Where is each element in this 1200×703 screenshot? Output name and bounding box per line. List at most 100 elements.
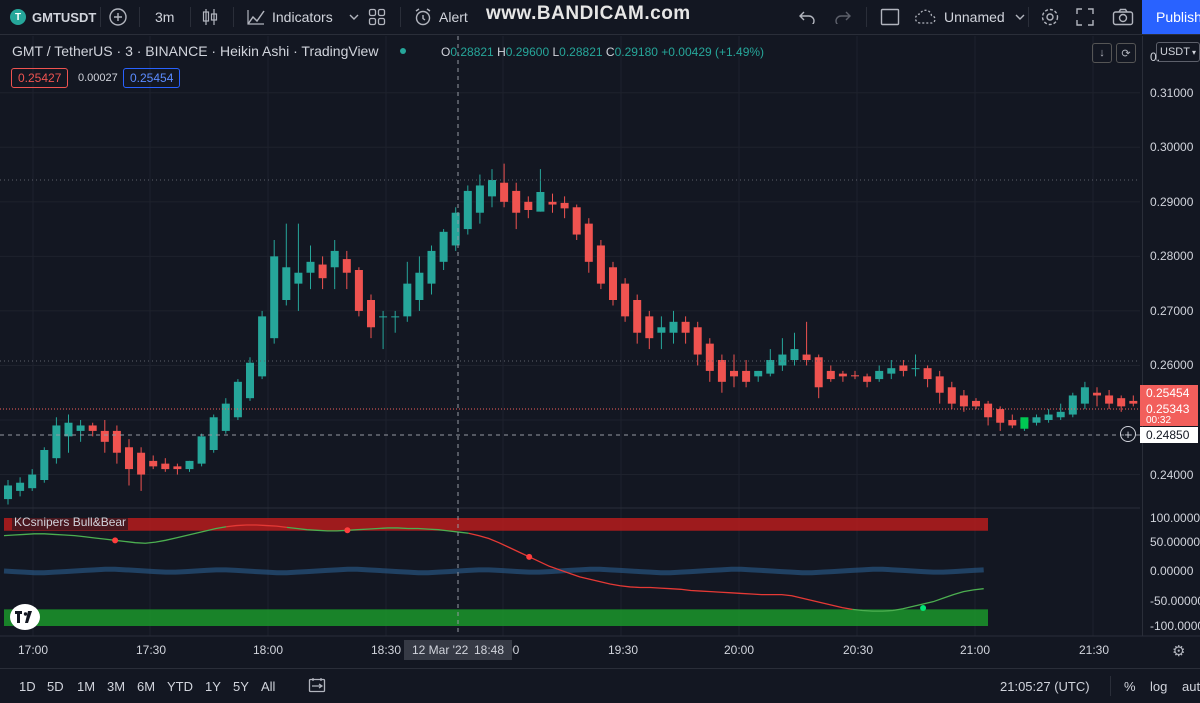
sell-price-button[interactable]: 0.25427	[11, 68, 69, 88]
candle-body	[524, 201, 533, 210]
time-axis-label: 20:30	[843, 643, 874, 657]
candle	[596, 240, 605, 290]
candle	[330, 240, 339, 290]
indicator-title[interactable]: KCsnipers Bull&Bear	[12, 514, 129, 530]
sell-signal-dot	[344, 527, 351, 534]
scroll-down-button[interactable]: ↓	[1092, 43, 1112, 63]
range-button-all[interactable]: All	[261, 669, 275, 703]
price-axis-label: 0.27000	[1150, 303, 1194, 318]
crosshair-price-tag: 0.24850	[1140, 427, 1198, 443]
buy-price-button[interactable]: 0.25454	[123, 68, 181, 88]
candle-body	[439, 231, 448, 262]
range-button-1y[interactable]: 1Y	[205, 669, 221, 703]
candle-body	[463, 190, 472, 230]
candle-body	[427, 250, 436, 284]
candle	[306, 245, 315, 290]
candle-body	[233, 381, 242, 418]
range-button-5d[interactable]: 5D	[47, 669, 64, 703]
candle	[28, 469, 37, 491]
candle	[197, 433, 206, 467]
candle-body	[705, 343, 714, 371]
candle	[621, 278, 630, 322]
candle	[693, 321, 702, 366]
candle-body	[596, 245, 605, 284]
candle	[1068, 392, 1077, 418]
candle-body	[996, 409, 1005, 423]
candle	[657, 316, 666, 350]
chart-legend[interactable]: GMT / TetherUS · 3 · BINANCE · Heikin As…	[12, 43, 407, 59]
candle-body	[173, 466, 182, 470]
candle	[548, 193, 557, 213]
cursor-time: 18:48	[473, 643, 504, 657]
tradingview-logo[interactable]	[10, 604, 40, 630]
candle	[572, 204, 581, 240]
candle-body	[197, 436, 206, 464]
range-button-1m[interactable]: 1M	[77, 669, 95, 703]
add-alert-icon[interactable]: +	[1120, 426, 1136, 442]
bull-line-segment	[852, 588, 984, 612]
candle	[4, 480, 12, 505]
range-button-5y[interactable]: 5Y	[233, 669, 249, 703]
candle	[415, 256, 424, 311]
candle	[76, 420, 85, 442]
chart-settings-button[interactable]: ⚙	[1172, 642, 1185, 660]
percent-scale-toggle[interactable]: %	[1124, 669, 1136, 703]
candle-body	[149, 460, 158, 467]
candles-layer	[4, 163, 1138, 505]
candle	[851, 370, 859, 380]
oscillator-axis-label: -50.00000	[1150, 593, 1200, 608]
range-button-ytd[interactable]: YTD	[167, 669, 193, 703]
candle	[838, 370, 847, 382]
candle	[270, 240, 279, 344]
candle-body	[584, 223, 593, 262]
date-range-button[interactable]	[308, 669, 326, 703]
candle-body	[984, 403, 993, 418]
range-button-6m[interactable]: 6M	[137, 669, 155, 703]
candle-body	[161, 463, 170, 470]
candle-body	[814, 357, 823, 388]
chart-title: GMT / TetherUS · 3 · BINANCE · Heikin As…	[12, 43, 379, 59]
candle	[1105, 390, 1114, 410]
crosshair-time-tag: 12 Mar '22 18:48	[404, 640, 512, 660]
price-axis-label: 0.24000	[1150, 467, 1194, 482]
candle-body	[681, 321, 690, 333]
calendar-range-icon	[308, 677, 326, 696]
oscillator-axis-label: -100.0000	[1150, 619, 1200, 633]
time-axis-label: 17:00	[18, 643, 49, 657]
price-axis-label: 0.30000	[1150, 140, 1194, 155]
auto-scale-toggle[interactable]: aut	[1182, 669, 1200, 703]
candle	[1008, 414, 1017, 429]
candle	[246, 357, 254, 401]
candle-body	[1032, 417, 1041, 423]
candle-body	[28, 474, 37, 489]
candle	[209, 414, 218, 453]
candle-body	[112, 430, 121, 453]
candle	[887, 360, 896, 380]
divider	[1110, 676, 1111, 696]
candle	[1129, 395, 1138, 407]
candle	[1093, 387, 1101, 407]
price-axis-label: 0.26000	[1150, 358, 1194, 373]
candle-body	[475, 185, 484, 213]
candle	[52, 417, 61, 464]
candle-body	[16, 482, 25, 491]
candle-body	[717, 360, 726, 382]
candle-body	[802, 354, 811, 360]
price-chart[interactable]	[0, 0, 1200, 702]
range-button-3m[interactable]: 3M	[107, 669, 125, 703]
momentum-wave	[3, 566, 984, 576]
currency-selector[interactable]: USDT ▾	[1156, 42, 1200, 62]
candle	[258, 310, 267, 380]
candle-body	[1093, 392, 1101, 396]
reset-scale-button[interactable]: ⟳	[1116, 43, 1136, 63]
candle	[391, 310, 400, 333]
time-axis-label: 18:30	[371, 643, 402, 657]
candle-body	[778, 354, 787, 366]
range-button-1d[interactable]: 1D	[19, 669, 36, 703]
candle-body	[391, 316, 400, 318]
candle-body	[282, 267, 291, 300]
candle-body	[657, 327, 666, 333]
candle	[318, 256, 327, 290]
utc-clock[interactable]: 21:05:27 (UTC)	[1000, 669, 1090, 703]
log-scale-toggle[interactable]: log	[1150, 669, 1167, 703]
